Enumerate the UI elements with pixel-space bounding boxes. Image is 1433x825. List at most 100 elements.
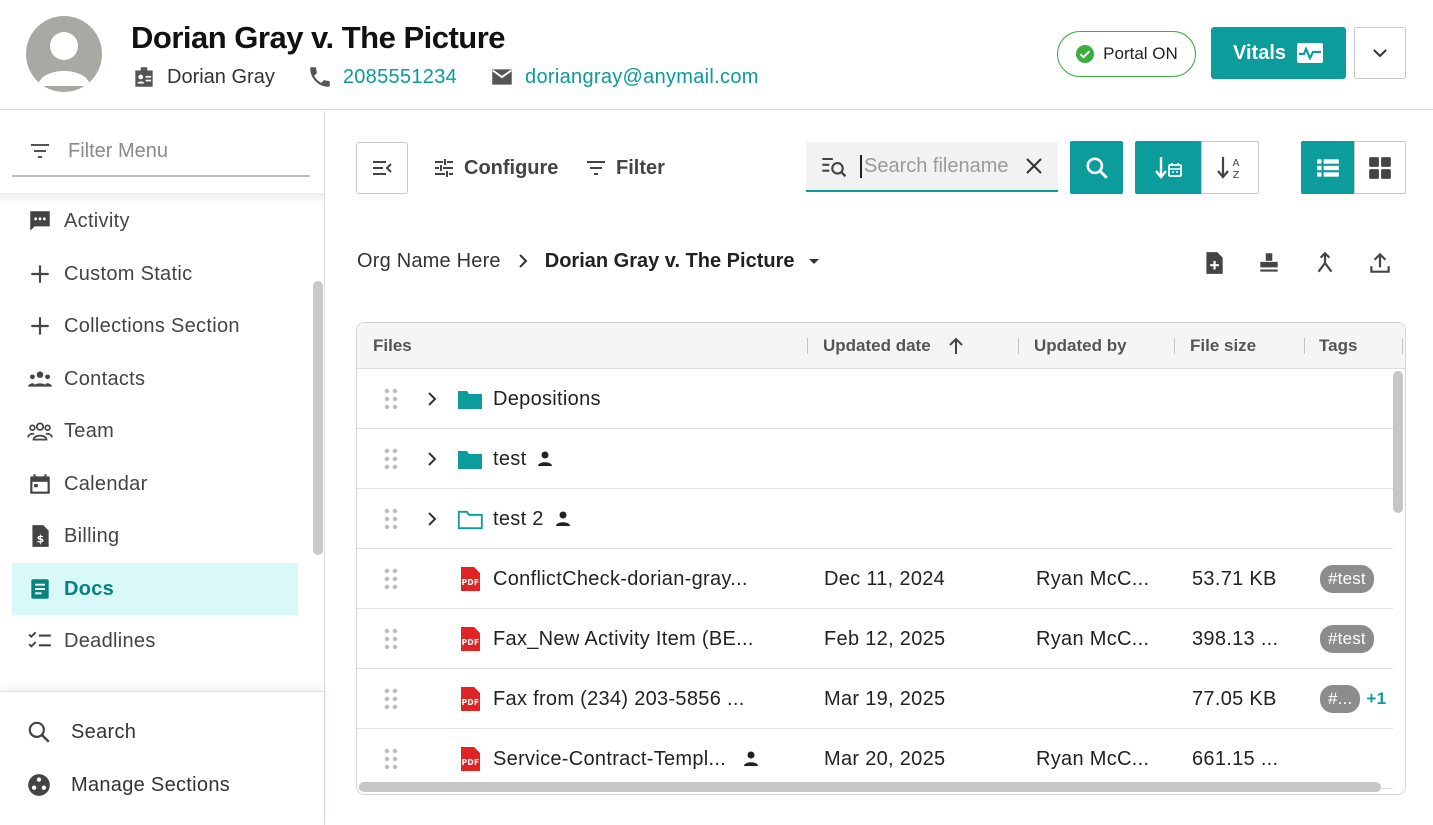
shared-person-icon [538, 451, 553, 466]
column-header-files[interactable]: Files [373, 323, 412, 369]
drag-handle-icon[interactable] [383, 489, 399, 549]
merge-button[interactable] [1311, 249, 1339, 277]
upload-button[interactable] [1366, 249, 1394, 277]
manage-sections-button[interactable]: Manage Sections [26, 763, 230, 807]
chevron-down-icon [1373, 49, 1387, 58]
table-row[interactable]: Depositions [357, 369, 1393, 429]
drag-handle-icon[interactable] [383, 669, 399, 729]
search-icon [28, 721, 50, 743]
column-divider[interactable] [807, 338, 808, 354]
new-document-button[interactable] [1200, 249, 1228, 277]
sidebar-search-button[interactable]: Search [26, 710, 136, 754]
caret-down-icon[interactable] [804, 251, 824, 271]
matter-header: Dorian Gray v. The Picture Dorian Gray 2… [0, 0, 1433, 110]
column-divider[interactable] [1174, 338, 1175, 354]
clear-icon[interactable] [1024, 156, 1044, 176]
sidebar-item-activity[interactable]: Activity [12, 195, 298, 247]
file-name-text[interactable]: Service-Contract-Templ... [493, 748, 726, 771]
file-name-text[interactable]: Fax_New Activity Item (BE... [493, 628, 754, 651]
email-address[interactable]: doriangray@anymail.com [525, 66, 759, 89]
file-name[interactable]: Fax from (234) 203-5856 ... [493, 669, 745, 729]
column-label: File size [1190, 336, 1257, 355]
table-row[interactable]: PDF ConflictCheck-dorian-gray... Dec 11,… [357, 549, 1393, 609]
drag-handle-icon[interactable] [383, 549, 399, 609]
breadcrumb-org[interactable]: Org Name Here [357, 250, 501, 273]
filter-menu-input[interactable]: Filter Menu [12, 127, 310, 177]
table-row[interactable]: test [357, 429, 1393, 489]
table-row[interactable]: PDF Service-Contract-Templ... Mar 20, 20… [357, 729, 1393, 789]
tag-chip[interactable]: #... [1320, 685, 1361, 713]
file-name-text[interactable]: Depositions [493, 388, 601, 411]
configure-button[interactable]: Configure [432, 151, 558, 185]
file-name-text[interactable]: test [493, 448, 526, 471]
header-menu-button[interactable] [1354, 27, 1406, 79]
more-tags-count[interactable]: +1 [1366, 689, 1386, 709]
collapse-menu-icon [373, 161, 392, 175]
sidebar-item-team[interactable]: Team [12, 405, 298, 457]
svg-text:$: $ [37, 533, 45, 546]
drag-handle-icon[interactable] [383, 429, 399, 489]
search-button[interactable] [1070, 141, 1123, 194]
filter-button[interactable]: Filter [584, 151, 665, 185]
table-row[interactable]: PDF Fax from (234) 203-5856 ... Mar 19, … [357, 669, 1393, 729]
email-icon [492, 69, 512, 85]
sidebar-scrollbar[interactable] [313, 281, 323, 555]
sidebar-item-custom-static[interactable]: Custom Static [12, 248, 298, 300]
tags-cell: #... +1 [1320, 669, 1386, 729]
table-horizontal-scrollbar[interactable] [359, 782, 1381, 792]
file-name-text[interactable]: Fax from (234) 203-5856 ... [493, 688, 745, 711]
collapse-sidebar-button[interactable] [356, 142, 408, 194]
email-link[interactable]: doriangray@anymail.com [489, 64, 759, 90]
filename-search[interactable] [806, 142, 1058, 192]
column-header-updated-by[interactable]: Updated by [1034, 323, 1127, 369]
column-divider[interactable] [1304, 338, 1305, 354]
breadcrumb-current[interactable]: Dorian Gray v. The Picture [545, 250, 795, 273]
sidebar-item-billing[interactable]: $ Billing [12, 510, 298, 562]
table-row[interactable]: PDF Fax_New Activity Item (BE... Feb 12,… [357, 609, 1393, 669]
drag-handle-icon[interactable] [383, 369, 399, 429]
sidebar-item-collections-section[interactable]: Collections Section [12, 300, 298, 352]
list-view-button[interactable] [1301, 141, 1354, 194]
file-name[interactable]: Service-Contract-Templ... [493, 729, 760, 789]
column-header-file-size[interactable]: File size [1190, 323, 1256, 369]
file-name-text[interactable]: ConflictCheck-dorian-gray... [493, 568, 748, 591]
phone-number[interactable]: 2085551234 [343, 66, 457, 89]
file-name-text[interactable]: test 2 [493, 508, 544, 531]
column-header-updated-date[interactable]: Updated date [823, 323, 967, 369]
file-name[interactable]: ConflictCheck-dorian-gray... [493, 549, 748, 609]
updated-by: Ryan McC... [1036, 627, 1150, 650]
portal-status-badge[interactable]: Portal ON [1057, 31, 1196, 77]
drag-handle-icon[interactable] [383, 609, 399, 669]
file-name[interactable]: test [493, 429, 554, 489]
phone-link[interactable]: 2085551234 [307, 64, 457, 90]
sidebar-item-deadlines[interactable]: Deadlines [12, 615, 298, 667]
chevron-right-icon[interactable] [423, 369, 441, 429]
column-divider[interactable] [1402, 338, 1403, 354]
updated-by: Ryan McC... [1036, 567, 1150, 590]
table-vertical-scrollbar[interactable] [1393, 371, 1403, 513]
file-name[interactable]: test 2 [493, 489, 572, 549]
table-row[interactable]: test 2 [357, 489, 1393, 549]
sort-by-date-button[interactable] [1135, 141, 1201, 194]
sidebar-item-contacts[interactable]: Contacts [12, 353, 298, 405]
grid-view-button[interactable] [1354, 141, 1406, 194]
chevron-right-icon[interactable] [423, 429, 441, 489]
svg-text:A: A [1233, 158, 1240, 169]
sidebar-item-calendar[interactable]: Calendar [12, 458, 298, 510]
svg-text:PDF: PDF [462, 578, 480, 587]
search-input[interactable] [860, 154, 1020, 178]
file-name[interactable]: Depositions [493, 369, 601, 429]
tag-chip[interactable]: #test [1320, 565, 1374, 593]
breadcrumb: Org Name Here Dorian Gray v. The Picture [357, 246, 824, 276]
sidebar-item-docs[interactable]: Docs [12, 563, 298, 615]
stamp-button[interactable] [1255, 249, 1283, 277]
tag-chip[interactable]: #test [1320, 625, 1374, 653]
column-header-tags[interactable]: Tags [1319, 323, 1357, 369]
sort-alphabetical-button[interactable]: A Z [1201, 141, 1259, 194]
file-size: 398.13 ... [1192, 627, 1279, 650]
drag-handle-icon[interactable] [383, 729, 399, 789]
column-divider[interactable] [1018, 338, 1019, 354]
vitals-button[interactable]: Vitals [1211, 27, 1346, 79]
chevron-right-icon[interactable] [423, 489, 441, 549]
file-name[interactable]: Fax_New Activity Item (BE... [493, 609, 754, 669]
